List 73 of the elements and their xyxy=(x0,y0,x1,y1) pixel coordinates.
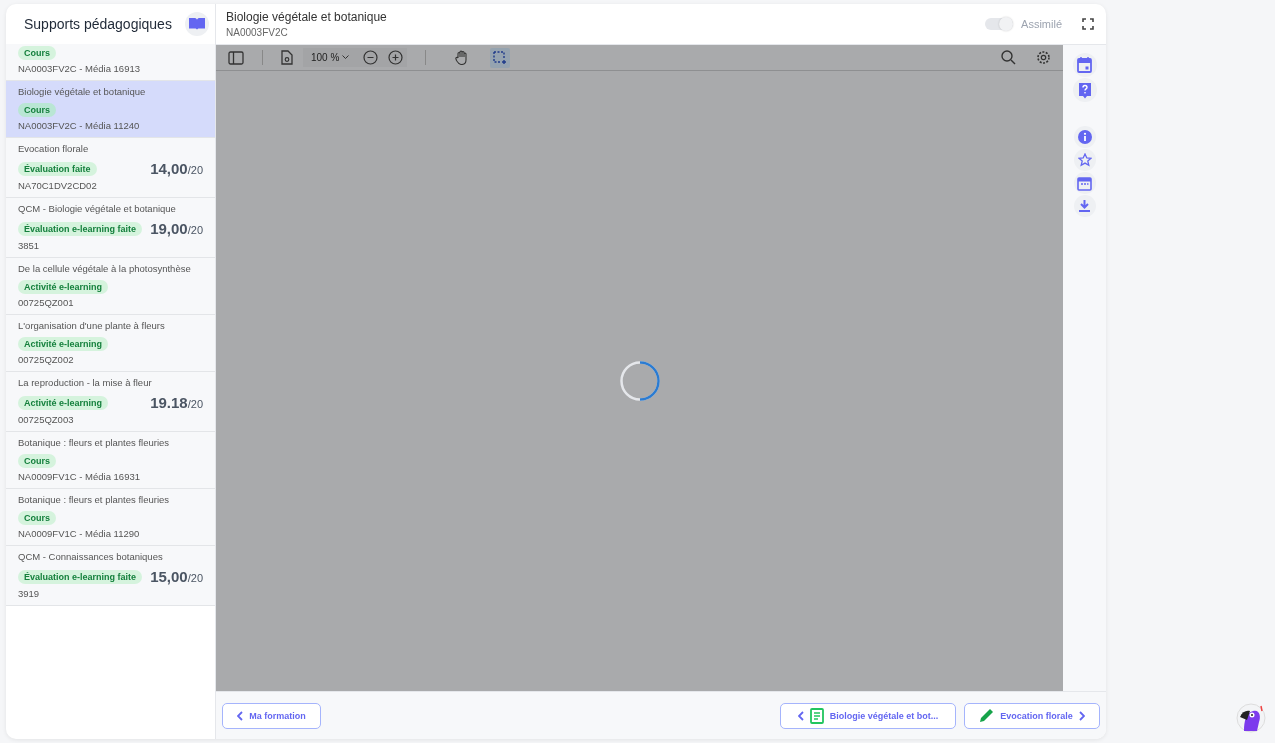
document-icon xyxy=(809,707,824,724)
item-title: Botanique : fleurs et plantes fleuries xyxy=(18,494,171,505)
status-badge: Activité e-learning xyxy=(18,395,109,410)
sidebar-item[interactable]: Biologie végétale et botanique Cours NA0003FV2C - Média 11240 xyxy=(6,81,215,138)
status-badge: Cours xyxy=(18,511,56,525)
score: 19.18/20 xyxy=(150,394,203,411)
status-badge: Cours xyxy=(18,46,56,60)
item-title: L'organisation d'une plante à fleurs xyxy=(18,320,166,331)
item-title: QCM - Biologie végétale et botanique xyxy=(18,203,177,214)
document-icon[interactable] xyxy=(281,50,293,65)
sidebar-toggle-icon[interactable] xyxy=(228,50,244,65)
download-icon[interactable] xyxy=(1073,195,1096,217)
sidebar-item[interactable]: L'organisation d'une plante à fleurs Activité e-learning 00725QZ002 xyxy=(6,315,215,372)
item-code: NA0003FV2C - Média 11240 xyxy=(18,120,141,131)
item-title: Botanique : fleurs et plantes fleuries xyxy=(18,437,171,448)
sidebar-item[interactable]: QCM - Connaissances botaniques Évaluation e-learning faite 15,00/20 3919 xyxy=(6,546,215,606)
settings-icon[interactable] xyxy=(1036,50,1051,65)
sidebar-item[interactable]: QCM - Biologie végétale et botanique Évaluation e-learning faite 19,00/20 3851 xyxy=(6,198,215,258)
item-code: 3851 xyxy=(18,240,41,251)
search-icon[interactable] xyxy=(1001,50,1016,65)
item-title: La reproduction - la mise à fleur xyxy=(18,377,153,388)
status-badge: Activité e-learning xyxy=(18,337,109,351)
status-badge: Cours xyxy=(18,103,56,117)
item-code: 00725QZ001 xyxy=(18,297,75,308)
item-code: 00725QZ003 xyxy=(18,414,75,425)
zoom-out-icon[interactable] xyxy=(363,50,379,65)
status-badge: Cours xyxy=(18,454,56,468)
zoom-in-icon[interactable] xyxy=(388,50,404,65)
sidebar-item[interactable]: Botanique : fleurs et plantes fleuries Cours NA0009FV1C - Média 16931 xyxy=(6,432,215,489)
chevron-right-icon xyxy=(1078,710,1085,721)
calendar-icon[interactable] xyxy=(1073,172,1096,194)
item-code: NA0009FV1C - Média 16931 xyxy=(18,471,141,482)
mascot-avatar-icon[interactable] xyxy=(1236,703,1266,733)
item-code: NA0003FV2C - Média 16913 xyxy=(18,63,141,74)
item-title: Evocation florale xyxy=(18,143,90,154)
item-code: 00725QZ002 xyxy=(18,354,75,365)
status-badge: Évaluation e-learning faite xyxy=(18,221,143,236)
chevron-left-icon xyxy=(797,710,804,721)
sidebar-item[interactable]: De la cellule végétale à la photosynthèse Activité e-learning 00725QZ001 xyxy=(6,258,215,315)
book-icon[interactable] xyxy=(185,12,209,36)
sidebar-item[interactable]: La reproduction - la mise à fleur Activité e-learning 19.18/20 00725QZ003 xyxy=(6,372,215,432)
calendar-icon[interactable] xyxy=(1072,53,1097,77)
item-code: NA0009FV1C - Média 11290 xyxy=(18,528,141,539)
status-badge: Évaluation e-learning faite xyxy=(18,569,143,584)
item-title: Biologie végétale et botanique xyxy=(18,86,147,97)
sidebar-item[interactable]: Botanique : fleurs et plantes fleuries Cours NA0009FV1C - Média 11290 xyxy=(6,489,215,546)
score: 19,00/20 xyxy=(150,220,203,237)
toggle-label: Assimilé xyxy=(1021,18,1062,30)
loading-spinner xyxy=(619,361,660,401)
back-button[interactable]: Ma formation xyxy=(222,702,321,729)
sidebar-title: Supports pédagogiques xyxy=(24,16,172,32)
fullscreen-icon[interactable] xyxy=(1082,18,1094,30)
sidebar-item[interactable]: Cours NA0003FV2C - Média 16913 xyxy=(6,44,215,81)
toggle-switch[interactable] xyxy=(985,18,1014,30)
document-title: Biologie végétale et botanique xyxy=(226,10,387,24)
item-code: NA70C1DV2CD02 xyxy=(18,180,98,191)
document-code: NA0003FV2C xyxy=(226,27,289,38)
status-badge: Évaluation faite xyxy=(18,161,97,176)
item-title: De la cellule végétale à la photosynthèse xyxy=(18,263,192,274)
next-button[interactable]: Evocation florale xyxy=(964,702,1100,729)
item-title: QCM - Connaissances botaniques xyxy=(18,551,164,562)
previous-button[interactable]: Biologie végétale et bot... xyxy=(780,702,956,729)
selection-tool-icon[interactable] xyxy=(490,47,511,68)
score: 14,00/20 xyxy=(150,160,203,177)
pencil-icon xyxy=(979,708,995,723)
info-icon[interactable] xyxy=(1073,126,1096,148)
chevron-left-icon xyxy=(237,710,244,721)
status-badge: Activité e-learning xyxy=(18,280,109,294)
help-icon[interactable] xyxy=(1072,78,1097,102)
score: 15,00/20 xyxy=(150,568,203,585)
sidebar-item[interactable]: Evocation florale Évaluation faite 14,00/20 NA70C1DV2CD02 xyxy=(6,138,215,198)
chevron-down-icon xyxy=(342,55,350,60)
item-code: 3919 xyxy=(18,588,41,599)
